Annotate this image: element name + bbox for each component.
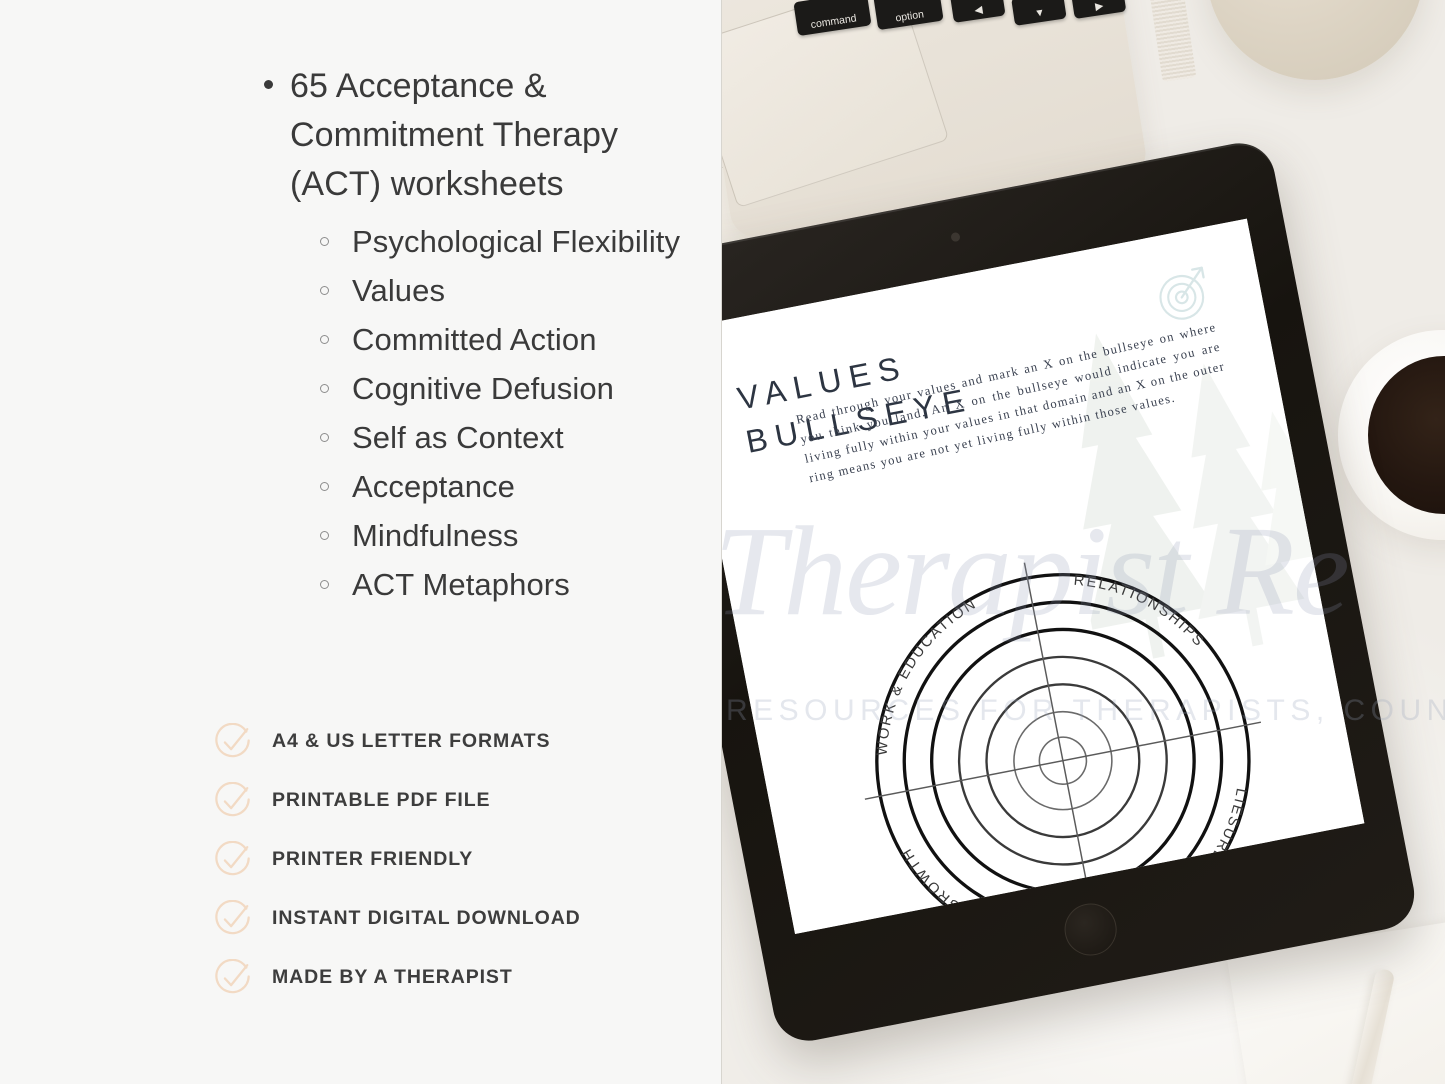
sub-item-label: Acceptance	[352, 469, 515, 504]
worksheet-feature-list: 65 Acceptance & Commitment Therapy (ACT)…	[258, 62, 688, 609]
list-item: ACT Metaphors	[320, 560, 688, 609]
key-arrow-down: ▼	[1011, 0, 1067, 26]
hollow-bullet-icon	[320, 286, 329, 295]
key-option: option	[873, 0, 944, 31]
list-item: Cognitive Defusion	[320, 364, 688, 413]
sub-item-label: Values	[352, 273, 446, 308]
list-item: Mindfulness	[320, 511, 688, 560]
sub-item-label: Cognitive Defusion	[352, 371, 615, 406]
hollow-bullet-icon	[320, 580, 329, 589]
list-item: Self as Context	[320, 413, 688, 462]
hollow-bullet-icon	[320, 335, 329, 344]
key-command: command	[793, 0, 872, 37]
sub-item-list: Psychological Flexibility Values Committ…	[258, 217, 688, 609]
feature-label: A4 & US LETTER FORMATS	[272, 730, 551, 752]
hollow-bullet-icon	[320, 433, 329, 442]
check-circle-icon	[214, 781, 252, 820]
feature-label: PRINTABLE PDF FILE	[272, 789, 491, 811]
main-bullet-item: 65 Acceptance & Commitment Therapy (ACT)…	[258, 62, 688, 209]
target-arrow-icon	[1159, 266, 1205, 320]
promo-graphic: 65 Acceptance & Commitment Therapy (ACT)…	[0, 0, 1445, 1084]
feature-row: PRINTABLE PDF FILE	[214, 771, 714, 830]
hollow-bullet-icon	[320, 531, 329, 540]
feature-row: A4 & US LETTER FORMATS	[214, 712, 714, 771]
feature-label: PRINTER FRIENDLY	[272, 848, 474, 870]
list-item: Acceptance	[320, 462, 688, 511]
feature-label: INSTANT DIGITAL DOWNLOAD	[272, 907, 581, 929]
sub-item-label: Self as Context	[352, 420, 564, 455]
check-circle-icon	[214, 840, 252, 879]
list-item: Psychological Flexibility	[320, 217, 688, 266]
sub-item-label: Committed Action	[352, 322, 597, 357]
key-arrow-right: ▶	[1070, 0, 1127, 20]
sub-item-label: Mindfulness	[352, 518, 519, 553]
bullet-dot-icon	[264, 80, 273, 89]
product-feature-badges: A4 & US LETTER FORMATS PRINTABLE PDF FIL…	[214, 712, 714, 1007]
main-bullet-text: 65 Acceptance & Commitment Therapy (ACT)…	[290, 67, 619, 203]
hollow-bullet-icon	[320, 482, 329, 491]
check-circle-icon	[214, 899, 252, 938]
product-photo: command option shift ◀ ▲ ▼ ▶	[722, 0, 1445, 1084]
feature-row: INSTANT DIGITAL DOWNLOAD	[214, 889, 714, 948]
left-content-panel: 65 Acceptance & Commitment Therapy (ACT)…	[0, 0, 722, 1084]
check-circle-icon	[214, 958, 252, 997]
feature-row: MADE BY A THERAPIST	[214, 948, 714, 1007]
key-arrow-left: ◀	[949, 0, 1006, 23]
feature-row: PRINTER FRIENDLY	[214, 830, 714, 889]
list-item: Values	[320, 266, 688, 315]
feature-label: MADE BY A THERAPIST	[272, 966, 513, 988]
sub-item-label: ACT Metaphors	[352, 567, 570, 602]
check-circle-icon	[214, 722, 252, 761]
sub-item-label: Psychological Flexibility	[352, 224, 681, 259]
hollow-bullet-icon	[320, 384, 329, 393]
list-item: Committed Action	[320, 315, 688, 364]
hollow-bullet-icon	[320, 237, 329, 246]
